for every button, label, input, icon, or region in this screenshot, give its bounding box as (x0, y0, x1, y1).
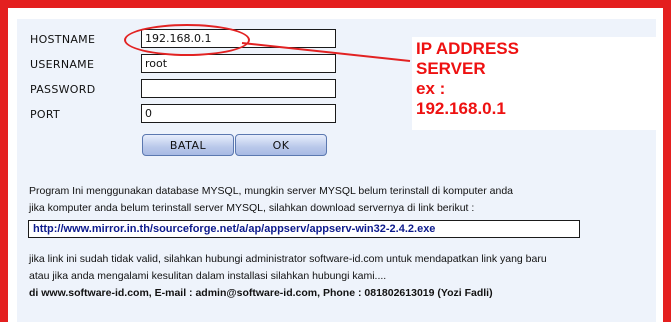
annotation-pointer-line (241, 42, 411, 62)
annotation-note: IP ADDRESS SERVER ex : 192.168.0.1 (412, 37, 656, 130)
password-field[interactable] (141, 79, 336, 98)
password-label: PASSWORD (30, 83, 96, 96)
info-text-2: jika komputer anda belum terinstall serv… (29, 202, 475, 214)
annotation-line-3: ex : (416, 79, 446, 98)
cancel-button[interactable]: BATAL (142, 134, 234, 156)
hostname-label: HOSTNAME (30, 33, 96, 46)
annotation-line-1: IP ADDRESS (416, 39, 519, 58)
highlight-ellipse (124, 24, 250, 56)
port-field[interactable] (141, 104, 336, 123)
port-label: PORT (30, 108, 61, 121)
annotation-line-2: SERVER (416, 59, 486, 78)
ok-button[interactable]: OK (235, 134, 327, 156)
info-text-4: atau jika anda mengalami kesulitan dalam… (29, 270, 387, 282)
annotation-line-4: 192.168.0.1 (416, 99, 506, 118)
download-link-field[interactable]: http://www.mirror.in.th/sourceforge.net/… (28, 220, 580, 238)
contact-info: di www.software-id.com, E-mail : admin@s… (29, 287, 493, 299)
info-text-3: jika link ini sudah tidak valid, silahka… (29, 253, 547, 265)
info-text-1: Program Ini menggunakan database MYSQL, … (29, 185, 514, 197)
username-label: USERNAME (30, 58, 95, 71)
